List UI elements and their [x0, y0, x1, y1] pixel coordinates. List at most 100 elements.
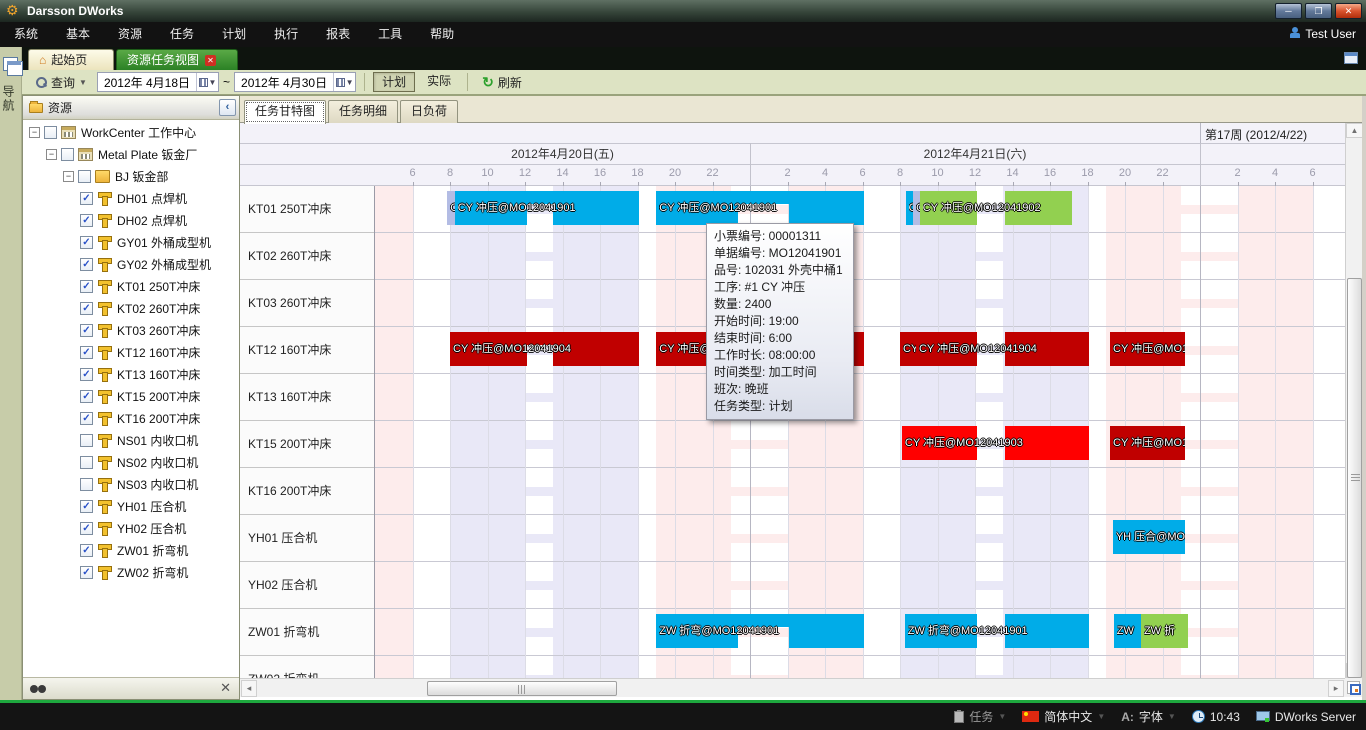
tree-checkbox[interactable]: ✓ — [80, 544, 93, 557]
date-to-picker-button[interactable]: ▼ — [333, 73, 355, 91]
tree-checkbox[interactable]: ✓ — [80, 346, 93, 359]
tree-item[interactable]: ✓KT02 260T冲床 — [23, 297, 239, 319]
tree-item[interactable]: ✓KT12 160T冲床 — [23, 341, 239, 363]
task-bar[interactable]: ZW 折 — [1141, 614, 1188, 648]
tree-expander-icon[interactable]: − — [29, 127, 40, 138]
side-dock-label[interactable]: 导航 — [0, 85, 22, 113]
task-bar[interactable]: YH 压合@MO1 — [1113, 520, 1185, 554]
fit-view-button[interactable] — [1347, 681, 1360, 694]
tree-item[interactable]: ✓KT16 200T冲床 — [23, 407, 239, 429]
menu-item[interactable]: 系统 — [0, 22, 52, 47]
view-tab-1[interactable]: 任务明细 — [328, 100, 398, 123]
tree-checkbox[interactable] — [80, 456, 93, 469]
tree-checkbox[interactable] — [61, 148, 74, 161]
tree-checkbox[interactable]: ✓ — [80, 390, 93, 403]
actual-mode-button[interactable]: 实际 — [419, 72, 459, 92]
panels-icon[interactable] — [3, 57, 18, 71]
menu-item[interactable]: 执行 — [260, 22, 312, 47]
tree-item[interactable]: NS02 内收口机 — [23, 451, 239, 473]
collapse-panel-button[interactable]: ‹ — [219, 99, 236, 116]
task-bar[interactable]: C — [447, 191, 455, 225]
tree-checkbox[interactable]: ✓ — [80, 258, 93, 271]
menu-item[interactable]: 基本 — [52, 22, 104, 47]
horizontal-scrollbar[interactable]: ◂ ▸ — [240, 678, 1345, 697]
scroll-left-icon[interactable]: ◂ — [241, 680, 257, 697]
refresh-button[interactable]: ↻ 刷新 — [476, 72, 528, 92]
task-bar[interactable]: CY 冲压@MO12041901 — [455, 191, 640, 225]
task-bar[interactable]: C — [906, 191, 914, 225]
tree-item[interactable]: −Metal Plate 钣金厂 — [23, 143, 239, 165]
task-bar[interactable]: CY 冲压@MO12041904 — [916, 332, 1089, 366]
current-user[interactable]: Test User — [1290, 22, 1356, 47]
tree-item[interactable]: ✓GY02 外桶成型机 — [23, 253, 239, 275]
find-icon[interactable] — [30, 683, 48, 694]
view-tab-0[interactable]: 任务甘特图 — [244, 100, 326, 124]
date-to-field[interactable]: 2012年 4月30日 ▼ — [234, 72, 356, 92]
query-button[interactable]: 查询▼ — [30, 72, 93, 92]
tree-item[interactable]: ✓KT01 250T冲床 — [23, 275, 239, 297]
tree-checkbox[interactable] — [80, 478, 93, 491]
tree-item[interactable]: ✓YH02 压合机 — [23, 517, 239, 539]
tree-checkbox[interactable]: ✓ — [80, 566, 93, 579]
tree-checkbox[interactable]: ✓ — [80, 302, 93, 315]
task-bar[interactable]: CY 冲压@MO1 — [1110, 426, 1185, 460]
status-font-menu[interactable]: A: 字体▼ — [1121, 708, 1176, 725]
close-button[interactable]: ✕ — [1335, 3, 1362, 19]
tree-checkbox[interactable]: ✓ — [80, 412, 93, 425]
tab-close-icon[interactable]: ✕ — [205, 55, 216, 66]
tree-item[interactable]: ✓KT03 260T冲床 — [23, 319, 239, 341]
tree-checkbox[interactable] — [44, 126, 57, 139]
tree-checkbox[interactable]: ✓ — [80, 236, 93, 249]
maximize-button[interactable]: ❐ — [1305, 3, 1332, 19]
tree-item[interactable]: −WorkCenter 工作中心 — [23, 121, 239, 143]
horizontal-scroll-thumb[interactable] — [427, 681, 617, 696]
date-from-field[interactable]: 2012年 4月18日 ▼ — [97, 72, 219, 92]
tree-item[interactable]: ✓KT13 160T冲床 — [23, 363, 239, 385]
task-bar[interactable]: ZW 折弯@MO12041901 — [656, 614, 864, 648]
task-bar[interactable]: CY 冲压@MO12041903 — [902, 426, 1090, 460]
tree-checkbox[interactable] — [78, 170, 91, 183]
plan-mode-button[interactable]: 计划 — [373, 72, 415, 92]
menu-item[interactable]: 任务 — [156, 22, 208, 47]
tree-item[interactable]: NS03 内收口机 — [23, 473, 239, 495]
vertical-scroll-thumb[interactable] — [1347, 278, 1362, 678]
status-task-menu[interactable]: 任务▼ — [954, 708, 1006, 725]
task-bar[interactable]: ZW 折弯@MO12041901 — [905, 614, 1090, 648]
task-bar[interactable]: CY 冲 — [900, 332, 916, 366]
tree-item[interactable]: ✓KT15 200T冲床 — [23, 385, 239, 407]
clear-icon[interactable]: ✕ — [220, 680, 231, 696]
menu-item[interactable]: 资源 — [104, 22, 156, 47]
menu-item[interactable]: 工具 — [364, 22, 416, 47]
tree-checkbox[interactable]: ✓ — [80, 500, 93, 513]
vertical-scrollbar[interactable]: ▲ ▼ — [1345, 123, 1362, 678]
tree-checkbox[interactable]: ✓ — [80, 522, 93, 535]
tree-item[interactable]: NS01 内收口机 — [23, 429, 239, 451]
task-bar[interactable]: CY 冲压@MO12041901 — [656, 191, 864, 225]
menu-item[interactable]: 帮助 — [416, 22, 468, 47]
tree-checkbox[interactable] — [80, 434, 93, 447]
task-bar[interactable]: CY 冲压@MO12041904 — [450, 332, 639, 366]
tree-item[interactable]: ✓ZW02 折弯机 — [23, 561, 239, 583]
tree-item[interactable]: ✓ZW01 折弯机 — [23, 539, 239, 561]
menu-item[interactable]: 报表 — [312, 22, 364, 47]
tree-expander-icon[interactable]: − — [46, 149, 57, 160]
date-from-picker-button[interactable]: ▼ — [196, 73, 218, 91]
status-language-menu[interactable]: 简体中文▼ — [1022, 708, 1105, 725]
view-tab-2[interactable]: 日负荷 — [400, 100, 458, 123]
tree-checkbox[interactable]: ✓ — [80, 368, 93, 381]
tab-resource-task-view[interactable]: 资源任务视图✕ — [116, 49, 238, 70]
scroll-up-icon[interactable]: ▲ — [1346, 123, 1363, 138]
tree-checkbox[interactable]: ✓ — [80, 324, 93, 337]
tree-item[interactable]: ✓DH02 点焊机 — [23, 209, 239, 231]
tree-checkbox[interactable]: ✓ — [80, 280, 93, 293]
scroll-right-icon[interactable]: ▸ — [1328, 680, 1344, 697]
tab-home[interactable]: ⌂起始页 — [28, 49, 114, 70]
layout-icon[interactable] — [1344, 52, 1358, 64]
task-bar[interactable]: CY 冲压@MO12041902 — [920, 191, 1072, 225]
menu-item[interactable]: 计划 — [208, 22, 260, 47]
tree-checkbox[interactable]: ✓ — [80, 192, 93, 205]
tree-item[interactable]: ✓GY01 外桶成型机 — [23, 231, 239, 253]
tree-checkbox[interactable]: ✓ — [80, 214, 93, 227]
minimize-button[interactable]: ─ — [1275, 3, 1302, 19]
tree-item[interactable]: ✓YH01 压合机 — [23, 495, 239, 517]
